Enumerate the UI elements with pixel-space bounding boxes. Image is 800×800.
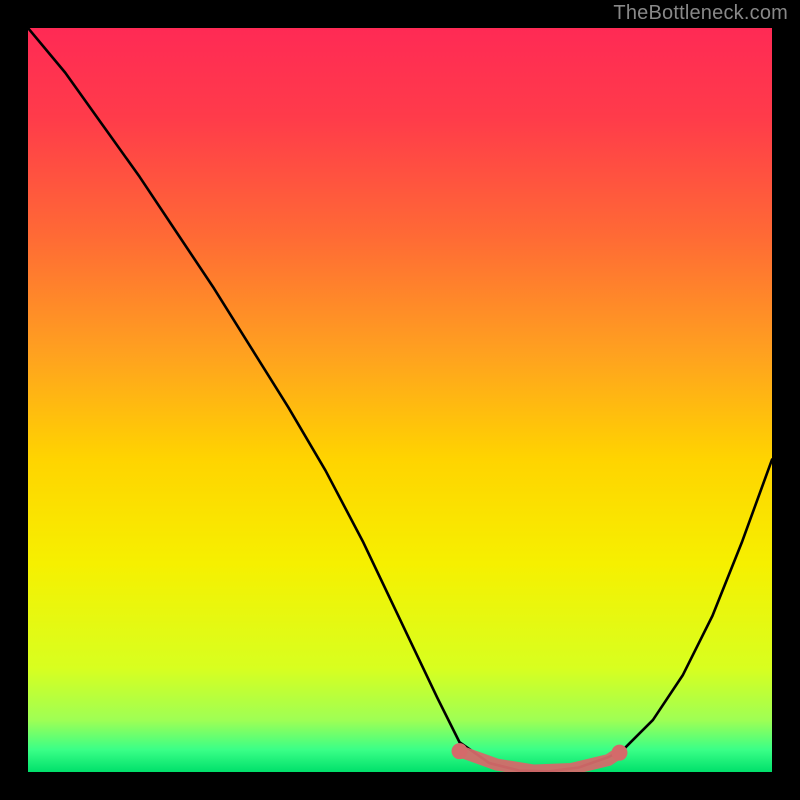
gradient-background — [28, 28, 772, 772]
highlight-dot-start — [452, 743, 468, 759]
highlight-dot-end — [611, 745, 627, 761]
plot-area — [28, 28, 772, 772]
watermark-text: TheBottleneck.com — [613, 2, 788, 25]
chart-container: TheBottleneck.com — [0, 0, 800, 800]
chart-svg — [28, 28, 772, 772]
